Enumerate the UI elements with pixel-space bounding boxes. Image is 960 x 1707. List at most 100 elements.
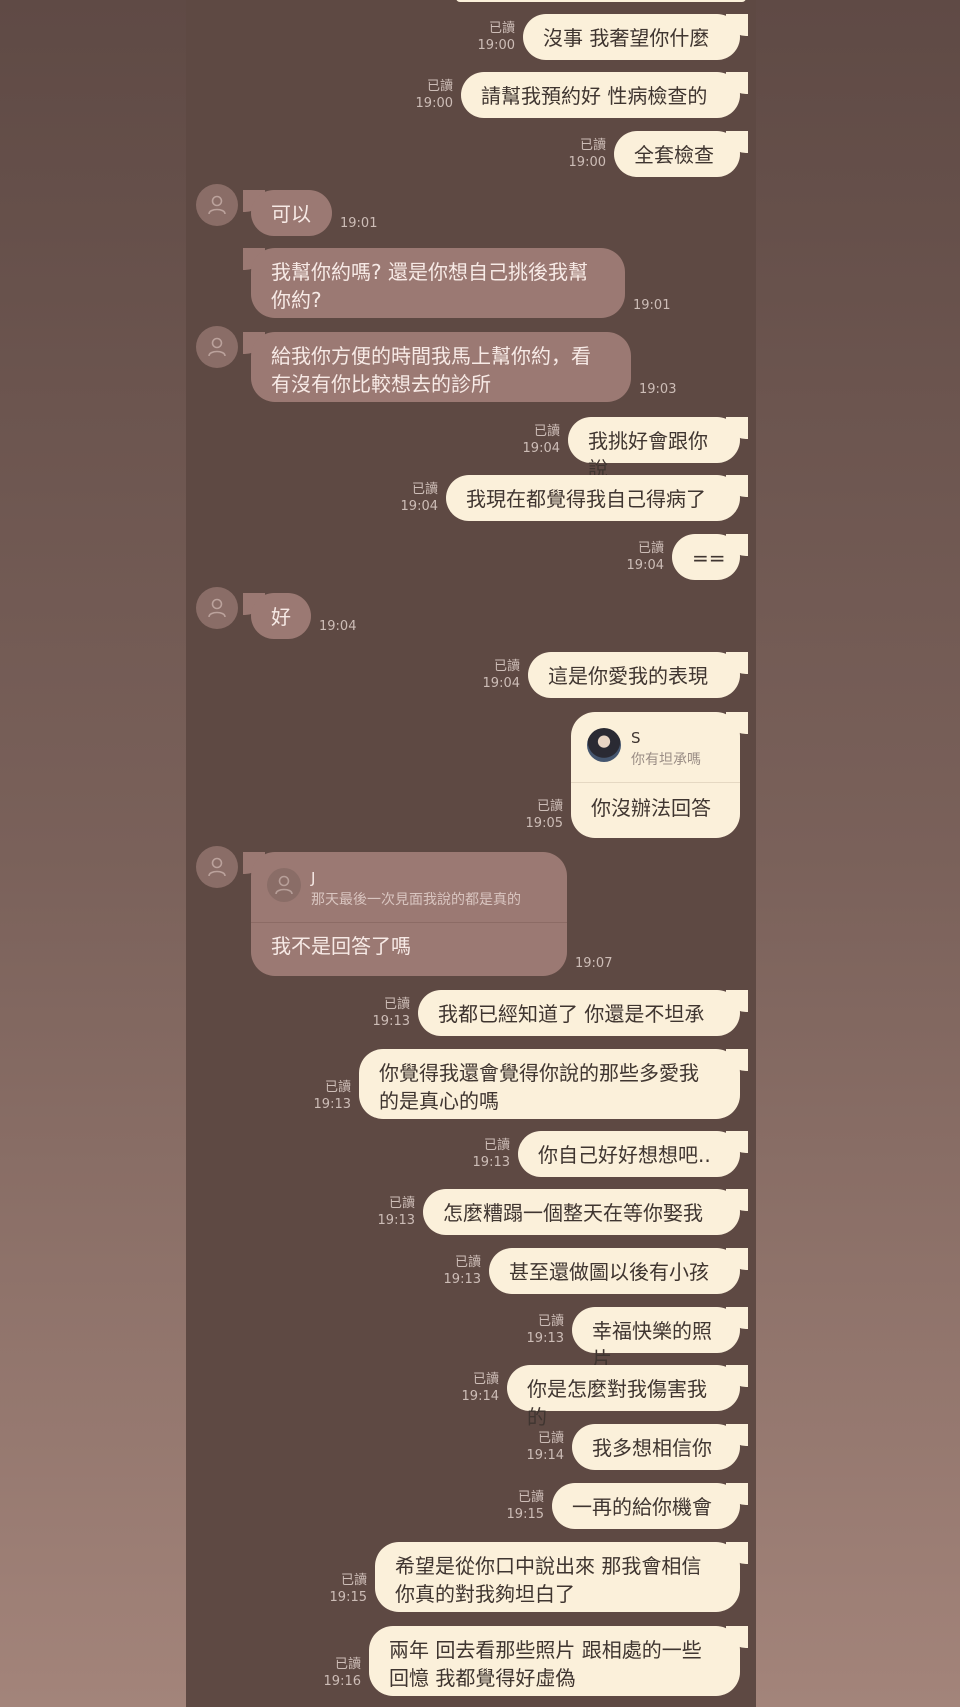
read-receipt: 已讀 19:13 <box>419 1254 481 1288</box>
message-bubble[interactable]: 全套檢查 <box>614 131 740 177</box>
read-label: 已讀 <box>493 659 520 674</box>
timestamp: 19:00 <box>477 38 515 53</box>
message-text: 我多想相信你 <box>592 1436 712 1460</box>
partial-bubble-top <box>456 0 746 2</box>
read-receipt: 已讀 19:13 <box>289 1079 351 1113</box>
message-text: 怎麼糟蹋一個整天在等你娶我 <box>443 1201 703 1225</box>
quote-divider <box>571 782 740 783</box>
timestamp: 19:13 <box>372 1014 410 1029</box>
quoted-user-photo <box>587 728 621 762</box>
timestamp: 19:13 <box>526 1331 564 1346</box>
read-label: 已讀 <box>537 1314 564 1329</box>
message-bubble[interactable]: 我多想相信你 <box>572 1424 740 1470</box>
timestamp: 19:04 <box>522 441 560 456</box>
message-bubble[interactable]: 請幫我預約好 性病檢查的 <box>461 72 740 118</box>
message-bubble[interactable]: 沒事 我奢望你什麼 <box>523 14 740 60</box>
message-bubble[interactable]: 你覺得我還會覺得你說的那些多愛我 的是真心的嗎 <box>359 1049 740 1119</box>
timestamp: 19:01 <box>340 216 378 231</box>
timestamp: 19:05 <box>525 816 563 831</box>
person-icon <box>208 598 226 618</box>
read-receipt: 已讀 19:04 <box>376 481 438 515</box>
person-icon <box>275 875 293 895</box>
message-bubble[interactable]: 我幫你約嗎? 還是你想自己挑後我幫 你約? <box>251 248 625 318</box>
read-receipt: 已讀 19:16 <box>299 1656 361 1690</box>
read-receipt: 已讀 19:13 <box>448 1137 510 1171</box>
read-receipt: 已讀 19:00 <box>544 137 606 171</box>
read-receipt: 已讀 19:04 <box>498 423 560 457</box>
read-label: 已讀 <box>388 1196 415 1211</box>
message-bubble[interactable]: 一再的給你機會 <box>552 1483 740 1529</box>
person-icon <box>208 195 226 215</box>
timestamp: 19:04 <box>482 676 520 691</box>
quote-divider <box>251 922 567 923</box>
timestamp: 19:13 <box>443 1272 481 1287</box>
message-bubble[interactable]: 這是你愛我的表現 <box>528 652 740 698</box>
message-text: 全套檢查 <box>634 143 714 167</box>
timestamp: 19:04 <box>626 558 664 573</box>
read-receipt: 已讀 19:05 <box>501 798 563 832</box>
timestamp: 19:14 <box>461 1389 499 1404</box>
message-bubble[interactable]: 你是怎麼對我傷害我的 <box>507 1365 740 1429</box>
message-bubble[interactable]: S 你有坦承嗎 你沒辦法回答 <box>571 712 740 838</box>
person-icon <box>208 337 226 357</box>
quoted-text: 那天最後一次見面我說的都是真的 <box>311 892 521 908</box>
read-receipt: 已讀 19:04 <box>458 658 520 692</box>
contact-avatar[interactable] <box>196 326 238 368</box>
message-bubble[interactable]: 我現在都覺得我自己得病了 <box>446 475 740 521</box>
message-bubble[interactable]: 兩年 回去看那些照片 跟相處的一些 回憶 我都覺得好虛偽 <box>369 1626 740 1696</box>
message-bubble[interactable]: J 那天最後一次見面我說的都是真的 我不是回答了嗎 <box>251 852 567 976</box>
message-bubble[interactable]: 怎麼糟蹋一個整天在等你娶我 <box>423 1189 740 1235</box>
read-label: 已讀 <box>324 1080 351 1095</box>
read-receipt: 已讀 19:04 <box>602 540 664 574</box>
message-bubble[interactable]: 可以 <box>251 190 332 236</box>
message-text: 你覺得我還會覺得你說的那些多愛我 的是真心的嗎 <box>379 1061 699 1113</box>
message-text: 好 <box>271 605 291 629</box>
read-label: 已讀 <box>517 1490 544 1505</box>
message-text: 我都已經知道了 你還是不坦承 <box>438 1002 705 1026</box>
read-label: 已讀 <box>537 1431 564 1446</box>
message-text: 你沒辦法回答 <box>591 796 711 820</box>
timestamp: 19:00 <box>568 155 606 170</box>
read-label: 已讀 <box>454 1255 481 1270</box>
quoted-text: 你有坦承嗎 <box>631 752 701 768</box>
message-bubble[interactable]: == <box>672 534 740 580</box>
read-label: 已讀 <box>334 1657 361 1672</box>
timestamp: 19:15 <box>329 1590 367 1605</box>
message-text: == <box>692 546 726 570</box>
read-receipt: 已讀 19:00 <box>453 20 515 54</box>
message-text: 請幫我預約好 性病檢查的 <box>481 84 708 108</box>
read-receipt: 已讀 19:13 <box>353 1195 415 1229</box>
message-text: 兩年 回去看那些照片 跟相處的一些 回憶 我都覺得好虛偽 <box>389 1638 702 1690</box>
timestamp: 19:03 <box>639 382 677 397</box>
message-text: 沒事 我奢望你什麼 <box>543 26 710 50</box>
message-text: 我不是回答了嗎 <box>271 934 411 958</box>
read-receipt: 已讀 19:13 <box>348 996 410 1030</box>
message-bubble[interactable]: 我都已經知道了 你還是不坦承 <box>418 990 740 1036</box>
timestamp: 19:00 <box>415 96 453 111</box>
message-bubble[interactable]: 給我你方便的時間我馬上幫你約，看 有沒有你比較想去的診所 <box>251 332 631 402</box>
contact-avatar[interactable] <box>196 846 238 888</box>
message-bubble[interactable]: 希望是從你口中說出來 那我會相信 你真的對我夠坦白了 <box>375 1542 740 1612</box>
read-label: 已讀 <box>426 79 453 94</box>
message-bubble[interactable]: 我挑好會跟你說 <box>568 417 740 481</box>
person-icon <box>208 857 226 877</box>
read-receipt: 已讀 19:14 <box>502 1430 564 1464</box>
read-label: 已讀 <box>411 482 438 497</box>
read-label: 已讀 <box>488 21 515 36</box>
message-bubble[interactable]: 好 <box>251 593 311 639</box>
message-bubble[interactable]: 你自己好好想想吧.. <box>518 1131 740 1177</box>
message-text: 我現在都覺得我自己得病了 <box>466 487 706 511</box>
contact-avatar[interactable] <box>196 587 238 629</box>
read-receipt: 已讀 19:15 <box>305 1572 367 1606</box>
timestamp: 19:13 <box>472 1155 510 1170</box>
timestamp: 19:13 <box>377 1213 415 1228</box>
read-label: 已讀 <box>383 997 410 1012</box>
message-text: 這是你愛我的表現 <box>548 664 708 688</box>
contact-avatar[interactable] <box>196 184 238 226</box>
timestamp: 19:04 <box>400 499 438 514</box>
message-bubble[interactable]: 幸福快樂的照片 <box>572 1307 740 1371</box>
message-bubble[interactable]: 甚至還做圖以後有小孩 <box>489 1248 740 1294</box>
timestamp: 19:13 <box>313 1097 351 1112</box>
message-text: 我幫你約嗎? 還是你想自己挑後我幫 你約? <box>271 260 588 312</box>
message-text: 希望是從你口中說出來 那我會相信 你真的對我夠坦白了 <box>395 1554 702 1606</box>
